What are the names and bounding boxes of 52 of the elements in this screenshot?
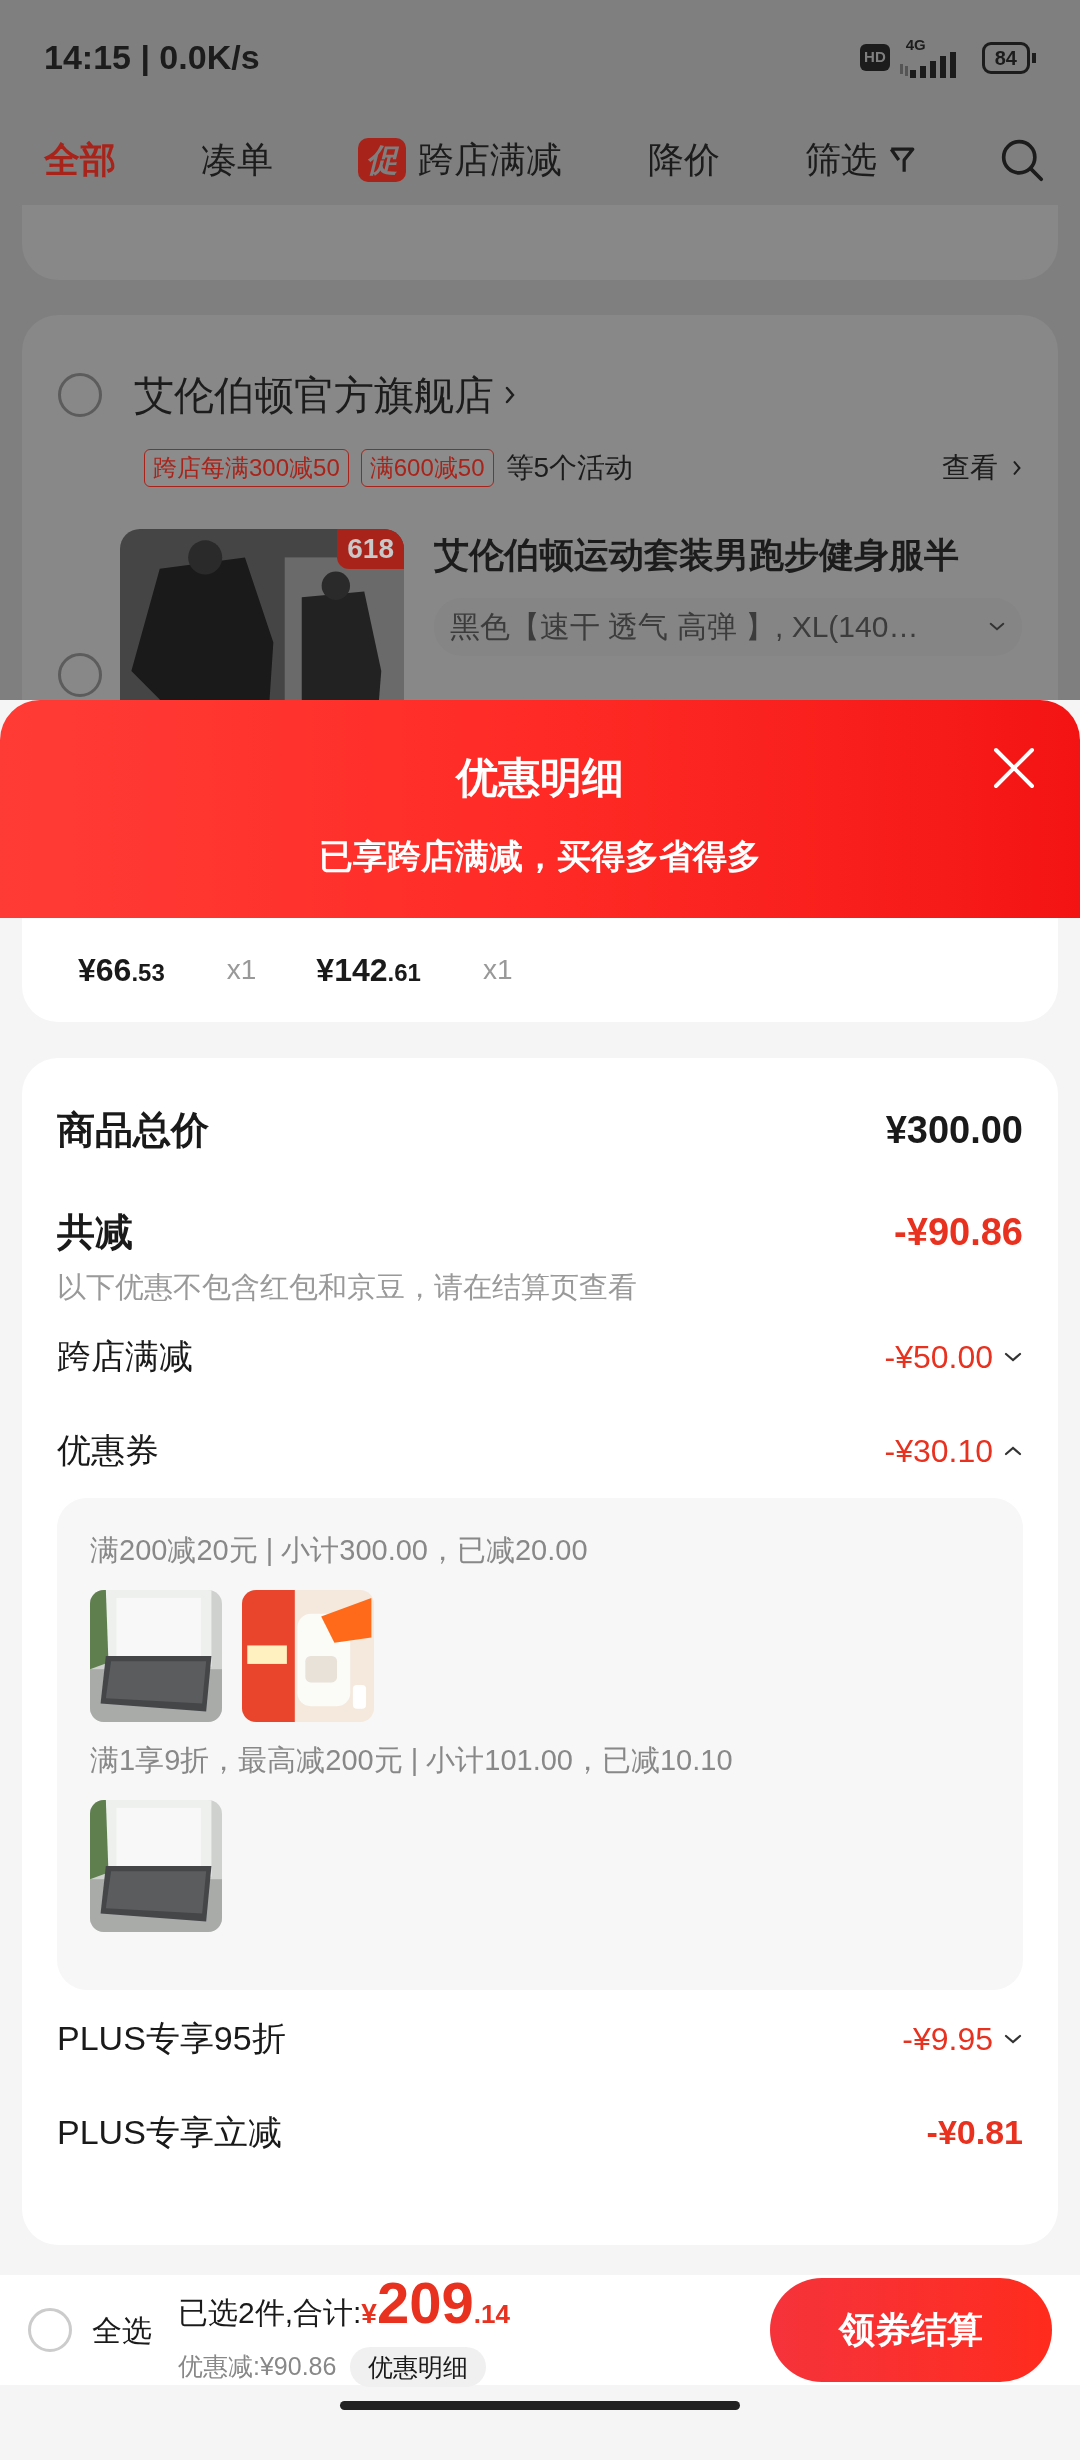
total-label: 商品总价 [57,1107,209,1153]
promo-badge: 促 [358,138,407,182]
tab[interactable]: 凑单 [201,133,274,187]
discount-toggle[interactable]: -¥30.10 [884,1426,1023,1475]
details-button[interactable]: 优惠明细 [350,2346,487,2387]
chevron-down-icon [988,621,1006,632]
home-indicator[interactable] [340,2401,740,2410]
radio-button[interactable] [58,653,102,697]
tab[interactable]: 促 跨店满减 [358,133,563,187]
store-name-link[interactable]: 艾伦伯顿官方旗舰店 [134,365,516,425]
close-icon[interactable] [992,746,1036,790]
product-title: 艾伦伯顿运动套装男跑步健身服半 [434,534,960,576]
total-amount: ¥300.00 [885,1107,1023,1153]
total-price: ¥209.14 [361,2273,510,2337]
network-label: 4G [905,37,926,52]
promo-tag: 满600减50 [360,449,494,487]
chevron-right-icon [1012,459,1022,477]
tab[interactable]: 筛选 [804,133,915,187]
hd-badge: HD [860,44,890,71]
promo-badge: 618 [337,529,404,569]
sheet-subtitle: 已享跨店满减，买得多省得多 [319,836,761,877]
tab[interactable]: 降价 [647,133,720,187]
chevron-right-icon [504,385,516,405]
item-quantity: x1 [226,953,257,987]
discount-toggle[interactable]: -¥50.00 [884,1332,1023,1381]
discount-label: 优惠券 [57,1430,159,1471]
battery-level: 84 [981,41,1030,74]
item-quantity: x1 [482,953,513,987]
promo-tag: 跨店每满300减50 [144,449,349,487]
activity-note: 等5个活动 [505,451,634,485]
search-icon[interactable] [999,138,1044,182]
filter-icon [888,146,915,174]
discount-label: PLUS专享立减 [57,2112,282,2153]
selection-summary: 已选2件,合计: [178,2294,362,2331]
view-link[interactable]: 查看 [942,447,1022,489]
reduction-amount: -¥90.86 [894,1209,1023,1255]
sheet-title: 优惠明细 [456,753,624,803]
discount-toggle[interactable]: -¥9.95 [902,2014,1023,2063]
discount-amount: -¥0.81 [926,2112,1023,2153]
coupon-rule: 满200减20元 | 小计300.00，已减20.00 [90,1532,589,1568]
checkout-button[interactable]: 领券结算 [770,2278,1052,2382]
savings-text: 优惠减:¥90.86 [178,2350,337,2382]
status-time: 14:15 | 0.0K/s [44,37,260,78]
item-price: ¥66.53 [78,951,165,990]
select-all-label: 全选 [92,2312,152,2349]
reduction-note: 以下优惠不包含红包和京豆，请在结算页查看 [57,1270,638,1305]
reduction-label: 共减 [57,1209,133,1255]
radio-button[interactable] [58,373,102,417]
discount-label: 跨店满减 [57,1336,193,1377]
item-price: ¥142.61 [316,951,421,990]
coupon-rule: 满1享9折，最高减200元 | 小计101.00，已减10.10 [90,1742,734,1778]
discount-label: PLUS专享95折 [57,2018,286,2059]
